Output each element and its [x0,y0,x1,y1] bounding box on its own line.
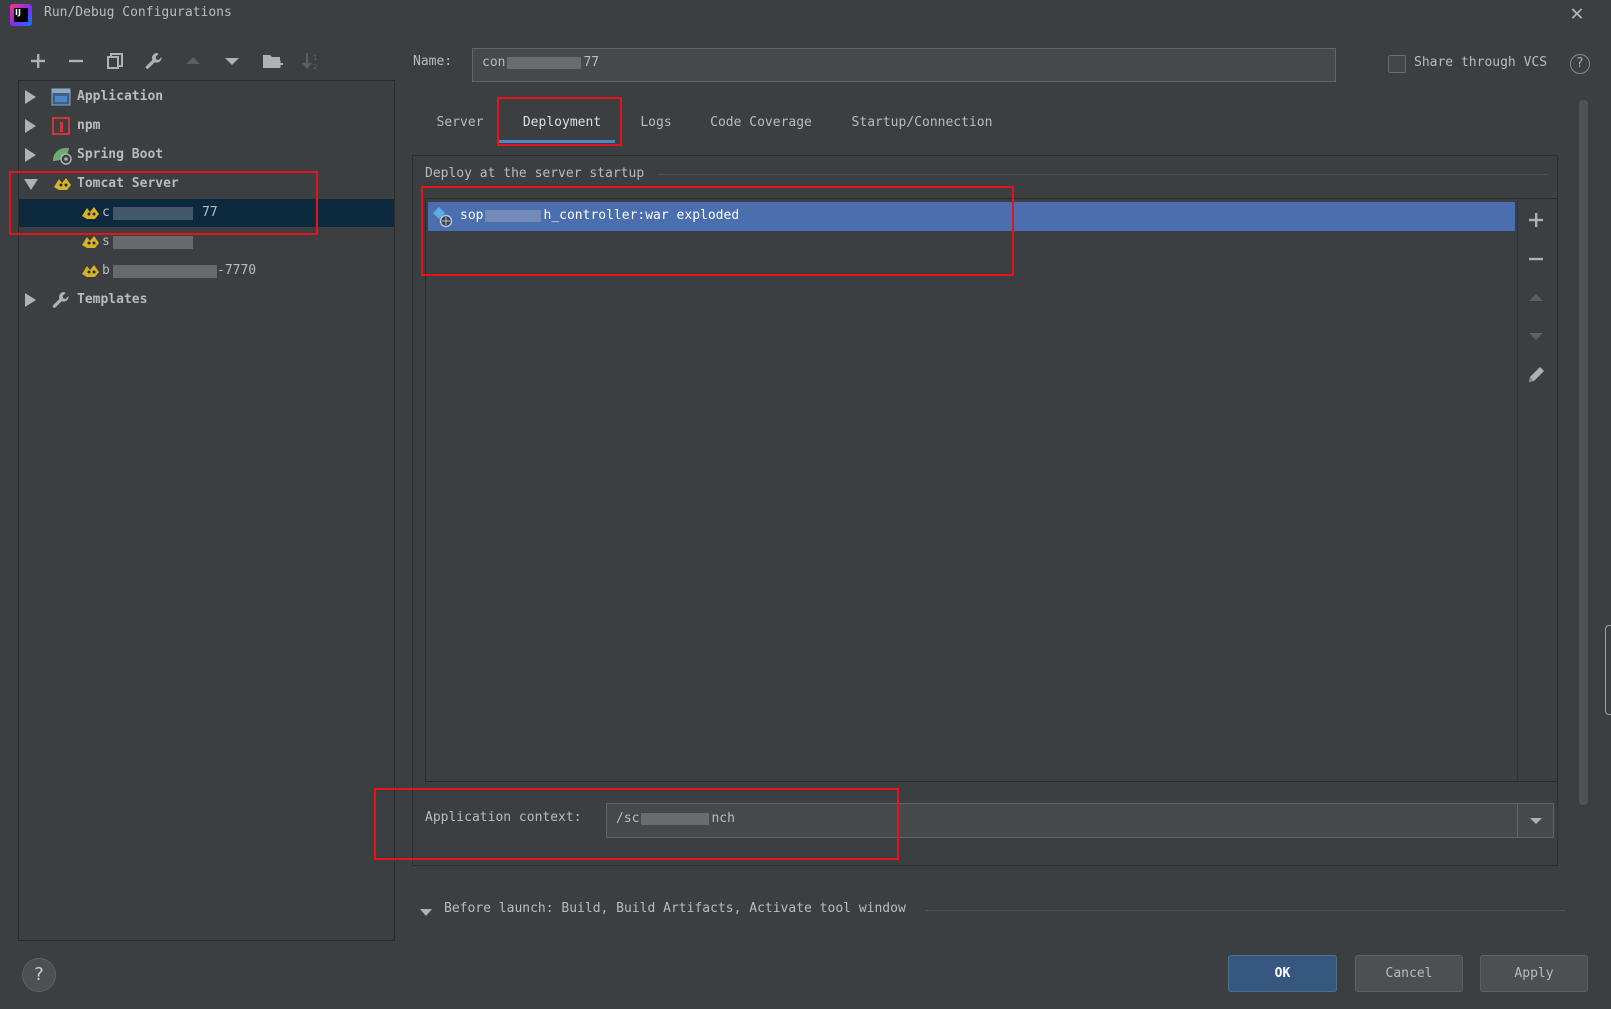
tree-item-label-suffix: -7770 [217,263,257,278]
tree-item-label-prefix: b [102,263,110,278]
spring-boot-icon [51,145,72,165]
share-vcs-label[interactable]: Share through VCS [1414,55,1547,70]
redacted-text [113,207,193,220]
expand-arrow-icon[interactable] [25,293,36,307]
tree-item-label: Templates [77,292,148,307]
help-button[interactable]: ? [22,958,56,992]
svg-text:1: 1 [313,54,317,62]
context-prefix: /sc [616,811,640,826]
wrench-icon [51,290,71,310]
tree-item-spring-boot[interactable]: Spring Boot [19,141,394,169]
artifact-icon [432,206,454,232]
sort-icon[interactable]: 12 [300,50,322,72]
tree-item-label-prefix: c [102,205,110,220]
tree-item-templates[interactable]: Templates [19,286,394,314]
deploy-section-title: Deploy at the server startup [425,166,645,181]
tomcat-icon [81,204,101,224]
tab-code-coverage[interactable]: Code Coverage [700,102,822,142]
move-down-icon[interactable] [221,50,243,72]
section-divider [658,174,1548,175]
tomcat-icon [81,233,101,253]
ok-button[interactable]: OK [1228,955,1337,992]
logo-text: IJ [14,8,28,22]
title-bar [0,0,1611,30]
artifact-prefix: sop [460,208,484,223]
svg-text:2: 2 [313,63,317,71]
artifact-label: sop h_controller:war exploded [460,208,739,223]
tree-item-label: npm [77,118,101,133]
close-icon[interactable]: ✕ [1566,3,1588,25]
section-divider [925,910,1565,911]
npm-icon [51,116,71,136]
cancel-button[interactable]: Cancel [1355,955,1463,992]
expand-arrow-icon[interactable] [25,90,36,104]
move-up-icon[interactable] [182,50,204,72]
name-value-prefix: con [482,55,506,70]
application-context-label: Application context: [425,810,582,825]
tomcat-icon [53,175,73,195]
remove-artifact-icon[interactable] [1522,245,1550,273]
wrench-icon[interactable] [143,50,165,72]
redacted-text [507,56,582,69]
remove-icon[interactable] [65,50,87,72]
share-vcs-checkbox[interactable] [1388,55,1406,73]
list-toolbar-divider [1517,199,1518,781]
tree-item-label: Spring Boot [77,147,164,162]
tree-item-tomcat-config-2[interactable]: s [19,228,394,256]
tree-item-label-suffix: 77 [202,205,218,220]
new-folder-icon[interactable] [262,50,284,72]
collapse-arrow-icon[interactable] [419,907,433,922]
edit-icon[interactable] [1522,361,1550,389]
before-launch-label[interactable]: Before launch: Build, Build Artifacts, A… [444,901,906,916]
window-title: Run/Debug Configurations [44,5,232,20]
move-down-icon[interactable] [1522,322,1550,350]
tree-item-tomcat-config-1[interactable]: c 77 [19,199,394,227]
artifact-suffix: h_controller:war exploded [543,208,740,223]
edge-handle [1605,625,1611,715]
tab-deployment[interactable]: Deployment [503,102,621,142]
tree-item-tomcat-server[interactable]: Tomcat Server [19,170,394,198]
tab-logs[interactable]: Logs [626,102,686,142]
add-artifact-icon[interactable] [1522,206,1550,234]
tomcat-icon [81,262,101,282]
context-suffix: nch [711,811,735,826]
redacted-text [113,265,217,278]
add-icon[interactable] [27,50,49,72]
tree-item-label-prefix: s [102,234,110,249]
tab-startup-connection[interactable]: Startup/Connection [842,102,1002,142]
vertical-scrollbar[interactable] [1579,100,1588,805]
tree-item-label: Application [77,89,164,104]
name-label: Name: [413,54,453,69]
redacted-text [113,236,193,249]
tree-item-label: Tomcat Server [77,176,179,191]
name-input[interactable]: con 77 [472,48,1336,82]
tab-server[interactable]: Server [420,102,500,142]
configuration-tree[interactable]: Application npm Spring Boot Tomcat Serve… [18,80,395,941]
application-context-input[interactable]: /sc nch [606,803,1554,838]
move-up-icon[interactable] [1522,284,1550,312]
tree-item-npm[interactable]: npm [19,112,394,140]
tree-item-application[interactable]: Application [19,83,394,111]
apply-button[interactable]: Apply [1480,955,1588,992]
application-icon [51,87,71,107]
copy-icon[interactable] [104,50,126,72]
expand-arrow-icon[interactable] [25,119,36,133]
redacted-text [485,209,542,222]
chevron-down-icon[interactable] [1518,804,1553,837]
collapse-arrow-icon[interactable] [24,179,38,190]
intellij-logo-icon: IJ [10,4,32,26]
redacted-text [641,812,710,825]
tree-item-tomcat-config-3[interactable]: b -7770 [19,257,394,285]
deployment-artifact-list[interactable] [425,198,1558,782]
active-tab-indicator [497,140,615,143]
name-value-suffix: 77 [583,55,600,70]
expand-arrow-icon[interactable] [25,148,36,162]
help-icon[interactable]: ? [1570,54,1590,74]
